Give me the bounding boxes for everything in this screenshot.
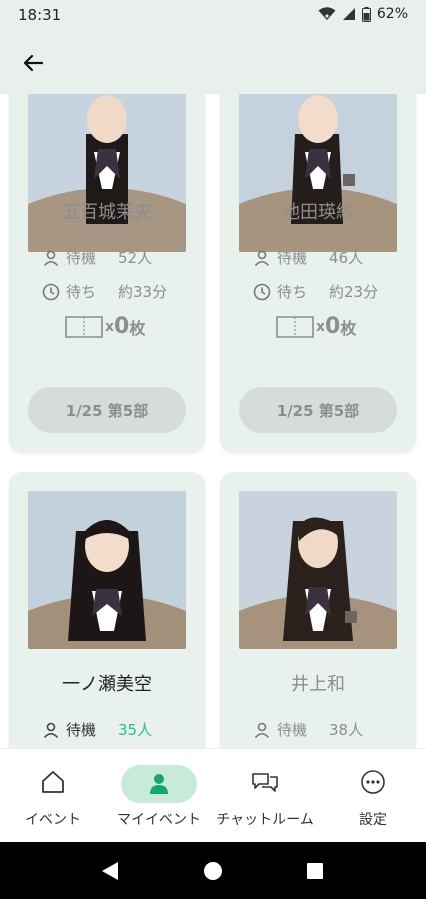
nav-label: イベント [25, 812, 81, 828]
chat-icon [252, 773, 278, 792]
nav-label: チャットルーム [216, 812, 314, 828]
ticket-book-icon [276, 315, 314, 338]
home-icon [42, 771, 64, 793]
system-navigation-bar [0, 842, 426, 899]
status-bar: 18:31 62% [0, 0, 426, 30]
nav-item-my-events[interactable]: マイイベント [106, 749, 212, 843]
member-photo [28, 491, 186, 649]
wait-value: 35人 [118, 721, 153, 739]
person-icon [150, 774, 168, 794]
app-bar [0, 30, 426, 94]
ticket-count: x 0 枚 [276, 314, 356, 339]
wait-label: 待機 [66, 249, 97, 267]
ticket-number: 0 [114, 314, 130, 339]
time-label: 待ち [277, 283, 308, 301]
session-date-button[interactable]: 1/25 第5部 [239, 387, 397, 433]
ticket-count: x 0 枚 [65, 314, 145, 339]
more-icon [361, 770, 385, 794]
battery-icon [361, 6, 371, 22]
status-time: 18:31 [18, 6, 62, 24]
member-card[interactable]: 一ノ瀬美空 待機 35人 [9, 472, 205, 748]
clock-icon [253, 283, 271, 300]
ticket-book-icon [65, 315, 103, 338]
member-photo [239, 94, 397, 252]
person-icon [254, 250, 270, 266]
ticket-x: x [316, 318, 326, 335]
ticket-unit: 枚 [340, 318, 357, 338]
status-icons: 62% [318, 6, 408, 22]
wait-count-row: 待機 35人 [42, 719, 152, 740]
member-photo [239, 491, 397, 649]
wait-time-row: 待ち 約33分 [42, 281, 167, 302]
wait-label: 待機 [277, 721, 308, 739]
nav-item-chat-room[interactable]: チャットルーム [212, 749, 318, 843]
member-name: 池田瑛紗 [282, 202, 354, 223]
back-triangle-icon[interactable] [100, 860, 122, 882]
wait-time-row: 待ち 約23分 [253, 281, 378, 302]
nav-item-settings[interactable]: 設定 [320, 749, 426, 843]
time-value: 約33分 [118, 283, 168, 301]
member-card[interactable]: 池田瑛紗 待機 46人 待ち 約23分 x 0 枚 1/25 第5部 [220, 94, 416, 453]
wait-count-row: 待機 38人 [253, 719, 363, 740]
member-list[interactable]: 五百城茉央 待機 52人 待ち 約33分 x 0 枚 1/25 第5部 池田瑛紗… [0, 94, 426, 748]
recents-square-icon[interactable] [306, 862, 324, 880]
ticket-unit: 枚 [129, 318, 146, 338]
person-icon [254, 722, 270, 738]
clock-icon [42, 283, 60, 300]
battery-level: 62% [376, 6, 408, 22]
time-label: 待ち [66, 283, 97, 301]
nav-item-events[interactable]: イベント [0, 749, 106, 843]
wait-value: 38人 [329, 721, 364, 739]
wait-count-row: 待機 52人 [42, 247, 152, 268]
member-name: 井上和 [291, 674, 345, 695]
member-photo [28, 94, 186, 252]
wait-value: 52人 [118, 249, 153, 267]
person-icon [43, 250, 59, 266]
wait-label: 待機 [66, 721, 97, 739]
wait-label: 待機 [277, 249, 308, 267]
bottom-navigation: イベント マイイベント チャットルーム 設定 [0, 748, 426, 843]
ticket-number: 0 [325, 314, 341, 339]
member-card[interactable]: 井上和 待機 38人 [220, 472, 416, 748]
ticket-x: x [105, 318, 115, 335]
wifi-icon [318, 7, 336, 20]
member-name: 一ノ瀬美空 [62, 674, 152, 695]
wait-count-row: 待機 46人 [253, 247, 363, 268]
home-circle-icon[interactable] [203, 861, 223, 881]
time-value: 約23分 [329, 283, 379, 301]
session-date-button[interactable]: 1/25 第5部 [28, 387, 186, 433]
nav-label: 設定 [359, 812, 387, 828]
wait-value: 46人 [329, 249, 364, 267]
member-name: 五百城茉央 [62, 202, 152, 223]
nav-label: マイイベント [117, 812, 201, 828]
signal-icon [342, 8, 355, 20]
back-arrow-icon[interactable] [18, 48, 48, 78]
person-icon [43, 722, 59, 738]
member-card[interactable]: 五百城茉央 待機 52人 待ち 約33分 x 0 枚 1/25 第5部 [9, 94, 205, 453]
